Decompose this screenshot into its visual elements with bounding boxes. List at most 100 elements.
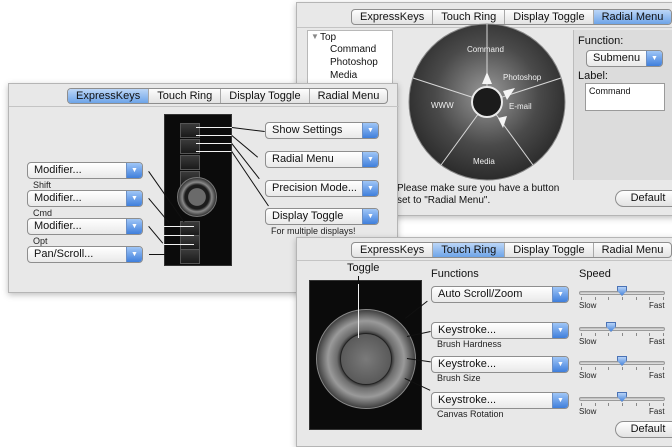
slider-tick xyxy=(622,333,623,336)
leader-line xyxy=(196,127,232,128)
slider-tick xyxy=(608,403,609,406)
expresskeys-separator xyxy=(9,106,399,107)
speed-slider-1[interactable]: Slow Fast xyxy=(579,286,669,314)
ring-function-2-select[interactable]: Keystroke... ▼ xyxy=(431,322,569,339)
wheel-segment-command[interactable]: Command xyxy=(467,45,504,54)
touchring-separator xyxy=(297,260,672,261)
slider-slow-label: Slow xyxy=(579,407,597,416)
radial-default-button[interactable]: Default xyxy=(615,190,672,207)
tab-radial-menu[interactable]: Radial Menu xyxy=(593,10,672,24)
leader-line xyxy=(196,135,232,136)
right-key-3-select[interactable]: Precision Mode... ▼ xyxy=(265,180,379,197)
left-key-1-select[interactable]: Modifier... ▼ xyxy=(27,162,143,179)
slider-tick xyxy=(636,297,637,300)
label-textbox[interactable]: Command xyxy=(585,83,665,111)
slider-fast-label: Fast xyxy=(649,301,665,310)
ring-function-1-select[interactable]: Auto Scroll/Zoom ▼ xyxy=(431,286,569,303)
slider-slow-label: Slow xyxy=(579,371,597,380)
function-select[interactable]: Submenu ▼ xyxy=(586,50,663,67)
right-key-1-select[interactable]: Show Settings ▼ xyxy=(265,122,379,139)
right-key-4-select[interactable]: Display Toggle ▼ xyxy=(265,208,379,225)
slider-slow-label: Slow xyxy=(579,301,597,310)
tab-radial-menu[interactable]: Radial Menu xyxy=(310,89,388,103)
tree-item-command[interactable]: Command xyxy=(330,44,376,55)
leader-line xyxy=(196,151,232,152)
slider-tick xyxy=(581,367,582,370)
slider-fast-label: Fast xyxy=(649,407,665,416)
expresskey-7 xyxy=(180,249,200,264)
chevron-down-icon: ▼ xyxy=(362,123,378,138)
ring-function-2-value: Keystroke... xyxy=(438,324,497,336)
chevron-down-icon: ▼ xyxy=(362,181,378,196)
left-key-3-select[interactable]: Modifier... ▼ xyxy=(27,218,143,235)
slider-tick xyxy=(649,333,650,336)
tab-touch-ring[interactable]: Touch Ring xyxy=(149,89,222,103)
label-textbox-value: Command xyxy=(589,86,631,96)
right-key-4-value: Display Toggle xyxy=(272,210,344,222)
tab-display-toggle[interactable]: Display Toggle xyxy=(221,89,310,103)
ring-function-4-select[interactable]: Keystroke... ▼ xyxy=(431,392,569,409)
slider-tick xyxy=(581,403,582,406)
tab-expresskeys[interactable]: ExpressKeys xyxy=(352,243,434,257)
wheel-segment-www[interactable]: WWW xyxy=(431,101,454,110)
left-key-3-caption: Opt xyxy=(33,236,48,246)
tab-touch-ring[interactable]: Touch Ring xyxy=(433,243,506,257)
speed-slider-4[interactable]: Slow Fast xyxy=(579,392,669,420)
chevron-down-icon: ▼ xyxy=(552,393,568,408)
touch-ring-device-image xyxy=(309,280,422,430)
toggle-leader-line xyxy=(358,276,359,284)
chevron-down-icon: ▼ xyxy=(362,209,378,224)
slider-tick xyxy=(595,367,596,370)
speed-slider-3[interactable]: Slow Fast xyxy=(579,356,669,384)
right-key-4-caption: For multiple displays! xyxy=(271,226,356,236)
speed-slider-2[interactable]: Slow Fast xyxy=(579,322,669,350)
slider-tick xyxy=(649,297,650,300)
left-key-3-value: Modifier... xyxy=(34,220,82,232)
slider-tick xyxy=(663,297,664,300)
radial-note: Please make sure you have a button set t… xyxy=(397,183,560,206)
touchring-tabbar: ExpressKeys Touch Ring Display Toggle Ra… xyxy=(351,242,672,258)
slider-tick xyxy=(663,403,664,406)
expresskey-3 xyxy=(180,155,200,170)
tree-expand-icon[interactable]: ▼ xyxy=(311,32,319,41)
chevron-down-icon: ▼ xyxy=(362,152,378,167)
wheel-segment-media[interactable]: Media xyxy=(473,157,495,166)
expresskey-6 xyxy=(180,235,200,250)
left-key-4-select[interactable]: Pan/Scroll... ▼ xyxy=(27,246,143,263)
slider-tick xyxy=(649,367,650,370)
tree-item-photoshop[interactable]: Photoshop xyxy=(330,57,378,68)
right-key-2-select[interactable]: Radial Menu ▼ xyxy=(265,151,379,168)
left-key-4-value: Pan/Scroll... xyxy=(34,248,94,260)
slider-slow-label: Slow xyxy=(579,337,597,346)
radial-tree-list[interactable]: ▼ Top Command Photoshop Media xyxy=(307,30,393,88)
slider-tick xyxy=(636,367,637,370)
left-key-2-select[interactable]: Modifier... ▼ xyxy=(27,190,143,207)
tree-root-item[interactable]: Top xyxy=(320,32,336,43)
wheel-segment-email[interactable]: E-mail xyxy=(509,102,532,111)
ring-function-3-select[interactable]: Keystroke... ▼ xyxy=(431,356,569,373)
tab-display-toggle[interactable]: Display Toggle xyxy=(505,243,594,257)
slider-tick xyxy=(608,333,609,336)
ring-function-2-caption: Brush Hardness xyxy=(437,339,502,349)
toggle-label: Toggle xyxy=(347,262,380,274)
slider-tick xyxy=(581,297,582,300)
slider-tick xyxy=(663,333,664,336)
leader-line xyxy=(164,244,194,245)
slider-fast-label: Fast xyxy=(649,371,665,380)
ring-function-3-value: Keystroke... xyxy=(438,358,497,370)
chevron-down-icon: ▼ xyxy=(126,191,142,206)
tab-radial-menu[interactable]: Radial Menu xyxy=(594,243,672,257)
left-key-2-caption: Cmd xyxy=(33,208,53,218)
function-select-value: Submenu xyxy=(593,52,641,64)
tree-item-media[interactable]: Media xyxy=(330,70,357,81)
touch-ring-panel: ExpressKeys Touch Ring Display Toggle Ra… xyxy=(296,237,672,447)
slider-tick xyxy=(622,367,623,370)
touchring-default-button[interactable]: Default xyxy=(615,421,672,438)
expresskey-5 xyxy=(180,221,200,236)
left-key-1-value: Modifier... xyxy=(34,164,82,176)
expresskeys-tabbar: ExpressKeys Touch Ring Display Toggle Ra… xyxy=(67,88,389,104)
wheel-segment-photoshop[interactable]: Photoshop xyxy=(503,73,541,82)
left-key-1-caption: Shift xyxy=(33,180,52,190)
right-key-1-value: Show Settings xyxy=(272,124,343,136)
tab-expresskeys[interactable]: ExpressKeys xyxy=(68,89,150,103)
